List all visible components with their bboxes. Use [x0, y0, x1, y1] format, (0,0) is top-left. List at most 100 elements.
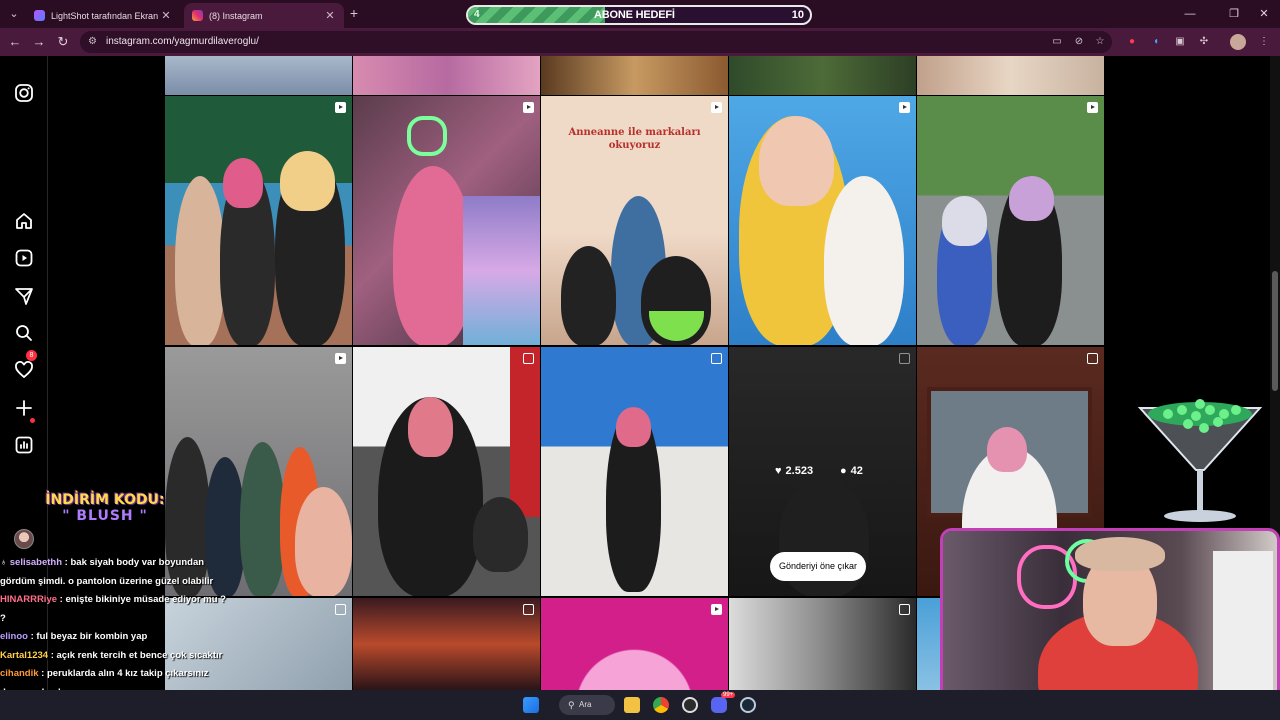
- post-tile[interactable]: [729, 56, 916, 95]
- goal-label: ABONE HEDEFİ: [594, 9, 675, 21]
- chat-message: Kartal1234 : açık renk tercih et bence ç…: [0, 647, 250, 666]
- discord-icon[interactable]: 99+: [711, 692, 736, 713]
- file-explorer-icon[interactable]: [624, 697, 640, 713]
- eye-off-icon[interactable]: ⊘: [1071, 34, 1087, 50]
- post-tile[interactable]: [165, 96, 352, 345]
- instagram-logo-icon[interactable]: [14, 83, 34, 103]
- post-tile[interactable]: [541, 56, 728, 95]
- chat-username: Kartal1234: [0, 649, 49, 661]
- tab-lightshot[interactable]: LightShot tarafından Ekran Görü ✕: [26, 3, 180, 28]
- tab-search-icon[interactable]: ⌄: [6, 6, 22, 22]
- reels-icon[interactable]: [14, 248, 34, 268]
- person-shape: [175, 176, 225, 345]
- chat-text: : bak siyah body var boyundan: [62, 557, 205, 568]
- dog-shape: [824, 176, 904, 345]
- post-tile[interactable]: [353, 96, 540, 345]
- taskbar-search[interactable]: ⚲ Ara: [559, 695, 615, 715]
- like-count: ♥ 2.523: [775, 465, 813, 477]
- create-icon[interactable]: [14, 398, 34, 418]
- post-tile[interactable]: [729, 598, 916, 690]
- post-tile[interactable]: Anneanne ile markaları okuyoruz: [541, 96, 728, 345]
- post-tile[interactable]: [353, 598, 540, 690]
- obs-icon[interactable]: [682, 697, 698, 713]
- bookmark-star-icon[interactable]: ☆: [1092, 34, 1108, 50]
- chat-text: gördüm şimdi. o pantolon üzerine güzel o…: [0, 575, 214, 587]
- reel-icon: [335, 102, 346, 113]
- address-bar[interactable]: ⚙ instagram.com/yagmurdilaveroglu/: [80, 31, 1112, 53]
- browser-menu-icon[interactable]: ⋮: [1256, 34, 1272, 50]
- comment-count: ● 42: [840, 465, 863, 477]
- forward-icon[interactable]: →: [31, 34, 47, 50]
- home-icon[interactable]: [14, 211, 34, 231]
- new-tab-button[interactable]: +: [346, 5, 362, 21]
- extension-audio-icon[interactable]: ◖: [1148, 34, 1164, 50]
- scrollbar-thumb[interactable]: [1272, 271, 1278, 391]
- extension-red-icon[interactable]: ●: [1124, 34, 1140, 50]
- tab-close-icon[interactable]: ✕: [324, 9, 336, 22]
- chat-text: : ful beyaz bir kombin yap: [27, 631, 148, 642]
- cocktail-glass-decoration: [1138, 399, 1262, 522]
- extensions-puzzle-icon[interactable]: ✣: [1196, 34, 1212, 50]
- carousel-icon: [523, 604, 534, 615]
- profile-avatar-icon[interactable]: [1230, 34, 1246, 50]
- messages-icon[interactable]: [14, 286, 34, 306]
- post-tile[interactable]: [165, 56, 352, 95]
- chat-text: : peruklarda alın 4 kız takip çıkarsınız: [38, 668, 209, 679]
- chat-message: gördüm şimdi. o pantolon üzerine güzel o…: [0, 573, 250, 592]
- helmet-shape: [473, 497, 528, 572]
- reel-icon: [335, 353, 346, 364]
- post-tile[interactable]: [917, 96, 1104, 345]
- search-icon[interactable]: [14, 323, 34, 343]
- cast-icon[interactable]: ▭: [1049, 34, 1065, 50]
- post-tile[interactable]: [353, 56, 540, 95]
- post-tile[interactable]: [541, 347, 728, 596]
- steam-icon[interactable]: [740, 697, 756, 713]
- goal-target-value: 10: [791, 9, 804, 21]
- person-shape: [1009, 176, 1054, 221]
- tab-instagram[interactable]: (8) Instagram ✕: [184, 3, 344, 28]
- post-tile[interactable]: [917, 56, 1104, 95]
- instagram-favicon-icon: [192, 10, 203, 21]
- site-info-icon[interactable]: ⚙: [88, 36, 100, 48]
- chat-badge-icon: ♁: [0, 557, 10, 568]
- hair-shape: [1075, 537, 1165, 571]
- post-tile[interactable]: [729, 96, 916, 345]
- tab-close-icon[interactable]: ✕: [160, 9, 172, 22]
- chat-text: ?: [0, 612, 6, 624]
- extension-box-icon[interactable]: ▣: [1172, 34, 1188, 50]
- reload-icon[interactable]: ↻: [55, 34, 71, 50]
- post-tile-hovered[interactable]: ♥ 2.523 ● 42 Gönderiyi öne çıkar: [729, 347, 916, 596]
- dashboard-icon[interactable]: [14, 435, 34, 455]
- chat-message: ♁ selisabethh : bak siyah body var boyun…: [0, 554, 250, 573]
- person-shape: [942, 196, 987, 246]
- url-text: instagram.com/yagmurdilaveroglu/: [106, 36, 259, 47]
- carousel-icon: [523, 353, 534, 364]
- chat-text: : enişte bikiniye müsade ediyor mu ?: [57, 594, 226, 605]
- discord-badge: 99+: [721, 692, 736, 698]
- post-tile[interactable]: [353, 347, 540, 596]
- profile-icon[interactable]: [14, 529, 34, 549]
- carousel-icon: [899, 353, 910, 364]
- start-menu-icon[interactable]: [523, 697, 539, 713]
- chrome-icon[interactable]: [653, 697, 669, 713]
- carousel-icon: [711, 353, 722, 364]
- minimize-button[interactable]: —: [1172, 0, 1208, 28]
- heart-icon: ♥: [775, 465, 782, 477]
- boost-post-button[interactable]: Gönderiyi öne çıkar: [770, 552, 867, 581]
- browser-toolbar: ← → ↻ ⚙ instagram.com/yagmurdilaveroglu/…: [0, 28, 1280, 56]
- back-icon[interactable]: ←: [7, 34, 23, 50]
- person-shape: [223, 158, 263, 208]
- person-shape: [280, 151, 335, 211]
- close-window-button[interactable]: ✕: [1246, 0, 1280, 28]
- lightshot-favicon-icon: [34, 10, 45, 21]
- search-icon: ⚲: [568, 700, 575, 710]
- toy-shelf-shape: [463, 196, 540, 345]
- tab-title: (8) Instagram: [209, 10, 263, 21]
- like-count-text: 2.523: [785, 465, 814, 477]
- reel-icon: [1087, 102, 1098, 113]
- chat-text: : açık renk tercih et bence çok sıcaktır: [48, 649, 223, 661]
- carousel-icon: [335, 604, 346, 615]
- post-tile[interactable]: [541, 598, 728, 690]
- chat-username: elinoo: [0, 631, 28, 642]
- notifications-icon[interactable]: [14, 360, 34, 380]
